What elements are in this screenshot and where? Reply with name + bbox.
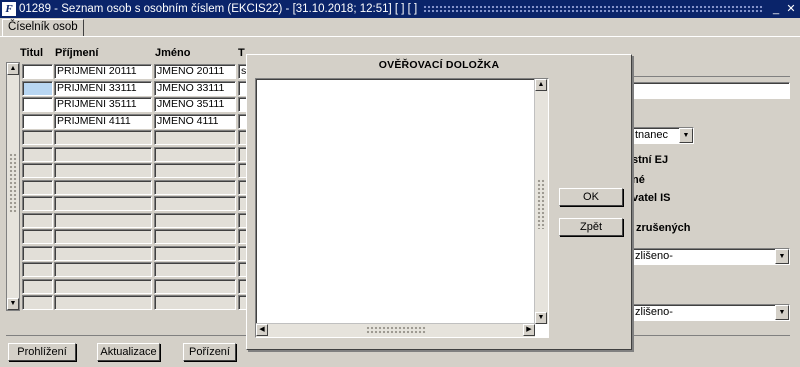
ok-label: OK: [583, 191, 599, 203]
cell-titul[interactable]: [22, 245, 53, 261]
right-divider: [632, 76, 790, 77]
person-type-select[interactable]: tnanec ▼: [632, 127, 694, 144]
title-bar-texture: [423, 5, 764, 13]
scroll-grip[interactable]: [9, 153, 17, 213]
cell-titul[interactable]: [22, 113, 53, 129]
filter-select-2[interactable]: zlišeno- ▼: [632, 304, 790, 321]
minimize-icon[interactable]: _: [770, 2, 782, 16]
cell-titul[interactable]: [22, 146, 53, 162]
scroll-grip[interactable]: [537, 179, 545, 229]
textarea-hscrollbar[interactable]: ◀ ▶: [256, 323, 535, 337]
prohlizeni-label: Prohlížení: [17, 346, 67, 358]
close-icon[interactable]: ✕: [785, 2, 797, 16]
chevron-down-icon[interactable]: ▼: [775, 305, 789, 320]
cell-jmeno[interactable]: JMENO 35111: [154, 97, 236, 112]
filter-select-2-value: zlišeno-: [635, 306, 673, 318]
chevron-down-icon[interactable]: ▼: [679, 128, 693, 143]
scroll-up-icon[interactable]: ▲: [7, 63, 19, 75]
cell-jmeno[interactable]: [154, 163, 236, 178]
cell-titul[interactable]: [22, 295, 53, 310]
cell-jmeno[interactable]: JMENO 33111: [154, 80, 236, 96]
cell-prijmeni[interactable]: [54, 130, 152, 145]
cell-jmeno[interactable]: [154, 130, 236, 145]
cell-jmeno[interactable]: [154, 229, 236, 244]
cell-titul[interactable]: [22, 179, 53, 195]
prohlizeni-button[interactable]: Prohlížení: [8, 343, 76, 361]
label-is: vatel IS: [632, 192, 671, 204]
scroll-up-icon[interactable]: ▲: [535, 79, 547, 91]
filter-select-1-value: zlišeno-: [635, 250, 673, 262]
window-title: 01289 - Seznam osob s osobním číslem (EK…: [19, 3, 418, 15]
table-scrollbar[interactable]: ▲ ▼: [6, 62, 20, 311]
cell-jmeno[interactable]: [154, 262, 236, 277]
label-zrusenych: zrušených: [636, 222, 691, 234]
scroll-grip[interactable]: [366, 326, 426, 334]
dialog-title: OVĚŘOVACÍ DOLOŽKA: [378, 59, 500, 71]
cell-jmeno[interactable]: [154, 179, 236, 195]
aktualizace-label: Aktualizace: [100, 346, 157, 358]
ok-button[interactable]: OK: [559, 188, 623, 206]
cell-titul[interactable]: [22, 278, 53, 294]
cell-jmeno[interactable]: [154, 212, 236, 228]
cell-jmeno[interactable]: JMENO 4111: [154, 113, 236, 129]
cell-prijmeni[interactable]: [54, 295, 152, 310]
label-ne: né: [632, 174, 645, 186]
cell-prijmeni[interactable]: PRIJMENI 33111: [54, 80, 152, 96]
header-prijmeni: Příjmení: [55, 47, 99, 59]
cell-prijmeni[interactable]: [54, 245, 152, 261]
cell-jmeno[interactable]: [154, 245, 236, 261]
cell-jmeno[interactable]: [154, 295, 236, 310]
filter-select-1[interactable]: zlišeno- ▼: [632, 248, 790, 265]
verification-dialog: OVĚŘOVACÍ DOLOŽKA ▲ ▼ ◀ ▶ OK Zpět: [246, 54, 632, 350]
title-bar: F 01289 - Seznam osob s osobním číslem (…: [0, 0, 800, 18]
cell-titul[interactable]: [22, 97, 53, 112]
textarea-vscrollbar[interactable]: ▲ ▼: [534, 79, 548, 324]
cell-prijmeni[interactable]: [54, 212, 152, 228]
cell-jmeno[interactable]: [154, 146, 236, 162]
cell-prijmeni[interactable]: PRIJMENI 35111: [54, 97, 152, 112]
scroll-down-icon[interactable]: ▼: [7, 298, 19, 310]
cell-prijmeni[interactable]: [54, 179, 152, 195]
scroll-right-icon[interactable]: ▶: [523, 324, 535, 336]
header-t: T: [238, 47, 245, 59]
zpet-label: Zpět: [579, 221, 602, 233]
bottom-divider: [6, 335, 246, 336]
tab-ciselnik-osob[interactable]: Číselník osob: [2, 19, 84, 36]
cell-prijmeni[interactable]: [54, 146, 152, 162]
scroll-left-icon[interactable]: ◀: [256, 324, 268, 336]
cell-prijmeni[interactable]: [54, 163, 152, 178]
cell-titul[interactable]: [22, 130, 53, 145]
cell-jmeno[interactable]: [154, 278, 236, 294]
cell-titul[interactable]: [22, 80, 53, 96]
cell-jmeno[interactable]: JMENO 20111: [154, 64, 236, 79]
porizeni-button[interactable]: Pořízení: [183, 343, 236, 361]
cell-titul[interactable]: [22, 64, 53, 79]
header-jmeno: Jméno: [155, 47, 191, 59]
aktualizace-button[interactable]: Aktualizace: [97, 343, 160, 361]
cell-prijmeni[interactable]: [54, 262, 152, 277]
scroll-down-icon[interactable]: ▼: [535, 312, 547, 324]
right-bottom-divider: [632, 335, 790, 336]
cell-titul[interactable]: [22, 212, 53, 228]
cell-titul[interactable]: [22, 262, 53, 277]
cell-prijmeni[interactable]: PRIJMENI 4111: [54, 113, 152, 129]
cell-prijmeni[interactable]: [54, 278, 152, 294]
chevron-down-icon[interactable]: ▼: [775, 249, 789, 264]
person-type-value: tnanec: [635, 129, 669, 141]
search-field[interactable]: [632, 82, 790, 99]
label-ej: stní EJ: [632, 154, 669, 166]
cell-titul[interactable]: [22, 163, 53, 178]
cell-prijmeni[interactable]: PRIJMENI 20111: [54, 64, 152, 79]
zpet-button[interactable]: Zpět: [559, 218, 623, 236]
cell-titul[interactable]: [22, 196, 53, 211]
cell-jmeno[interactable]: [154, 196, 236, 211]
verification-textarea[interactable]: ▲ ▼ ◀ ▶: [255, 78, 549, 338]
cell-prijmeni[interactable]: [54, 196, 152, 211]
tab-divider: [0, 36, 800, 37]
cell-prijmeni[interactable]: [54, 229, 152, 244]
header-titul: Titul: [20, 47, 44, 59]
cell-titul[interactable]: [22, 229, 53, 244]
app-icon: F: [2, 2, 16, 16]
porizeni-label: Pořízení: [189, 346, 230, 358]
